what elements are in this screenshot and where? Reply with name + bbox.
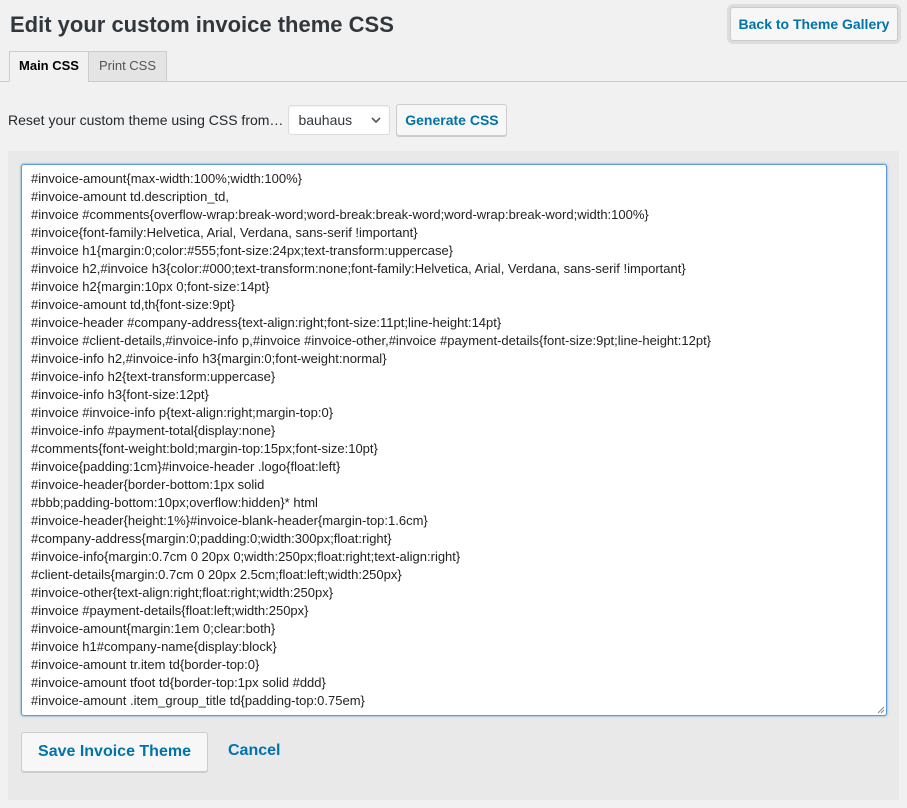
code-line: #client-details{margin:0.7cm 0 20px 2.5c…: [31, 567, 402, 582]
tab-bar: Main CSS Print CSS: [0, 51, 907, 82]
code-line: #invoice-header #company-address{text-al…: [31, 315, 502, 330]
code-line: #invoice{padding:1cm}#invoice-header .lo…: [31, 459, 341, 474]
code-line: #comments{font-weight:bold;margin-top:15…: [31, 441, 378, 456]
code-line: #invoice-info h2,#invoice-info h3{margin…: [31, 351, 387, 366]
code-line: #invoice-other{text-align:right;float:ri…: [31, 585, 334, 600]
code-line: #invoice #client-details,#invoice-info p…: [31, 333, 712, 348]
reset-row: Reset your custom theme using CSS from… …: [8, 104, 508, 136]
code-line: #invoice h2{margin:10px 0;font-size:14pt…: [31, 279, 270, 294]
code-line: #invoice-amount{margin:1em 0;clear:both}: [31, 621, 276, 636]
code-line: #invoice #invoice-info p{text-align:righ…: [31, 405, 334, 420]
code-line: #invoice h2,#invoice h3{color:#000;text-…: [31, 261, 686, 276]
code-line: #invoice-amount{max-width:100%;width:100…: [31, 171, 302, 186]
code-line: #invoice-amount td.description_td,: [31, 189, 230, 204]
code-line: #invoice-amount .item_group_title td{pad…: [31, 693, 365, 708]
generate-css-button[interactable]: Generate CSS: [396, 104, 508, 136]
tab-main-css[interactable]: Main CSS: [9, 51, 89, 82]
css-editor-textarea[interactable]: #invoice-amount{max-width:100%;width:100…: [21, 164, 887, 716]
chevron-down-icon: [371, 117, 382, 124]
code-line: #invoice-info h3{font-size:12pt}: [31, 387, 209, 402]
css-code: #invoice-amount{max-width:100%;width:100…: [31, 170, 880, 710]
code-line: #bbb;padding-bottom:10px;overflow:hidden…: [31, 495, 318, 510]
code-line: #invoice h1#company-name{display:block}: [31, 639, 277, 654]
code-line: #invoice-amount td,th{font-size:9pt}: [31, 297, 235, 312]
code-line: #invoice-header{border-bottom:1px solid: [31, 477, 265, 492]
theme-select[interactable]: bauhaus: [288, 105, 391, 135]
reset-label: Reset your custom theme using CSS from…: [8, 112, 284, 128]
code-line: #invoice #comments{overflow-wrap:break-w…: [31, 207, 649, 222]
code-line: #invoice-header{height:1%}#invoice-blank…: [31, 513, 428, 528]
code-line: #invoice #payment-details{float:left;wid…: [31, 603, 309, 618]
code-line: #invoice{font-family:Helvetica, Arial, V…: [31, 225, 418, 240]
tab-print-css[interactable]: Print CSS: [88, 51, 167, 82]
code-line: #invoice h1{margin:0;color:#555;font-siz…: [31, 243, 454, 258]
cancel-link[interactable]: Cancel: [228, 742, 280, 760]
code-line: #invoice-amount tfoot td{border-top:1px …: [31, 675, 326, 690]
save-invoice-theme-button[interactable]: Save Invoice Theme: [21, 732, 208, 772]
code-line: #invoice-info h2{text-transform:uppercas…: [31, 369, 276, 384]
code-line: #company-address{margin:0;padding:0;widt…: [31, 531, 392, 546]
resize-grip-icon[interactable]: [875, 704, 885, 714]
page-title: Edit your custom invoice theme CSS: [10, 12, 394, 37]
back-to-theme-gallery-button[interactable]: Back to Theme Gallery: [730, 7, 898, 41]
code-line: #invoice-info{margin:0.7cm 0 20px 0;widt…: [31, 549, 461, 564]
code-line: #invoice-amount tr.item td{border-top:0}: [31, 657, 260, 672]
code-line: #invoice-info #payment-total{display:non…: [31, 423, 276, 438]
theme-select-value: bauhaus: [298, 112, 353, 128]
